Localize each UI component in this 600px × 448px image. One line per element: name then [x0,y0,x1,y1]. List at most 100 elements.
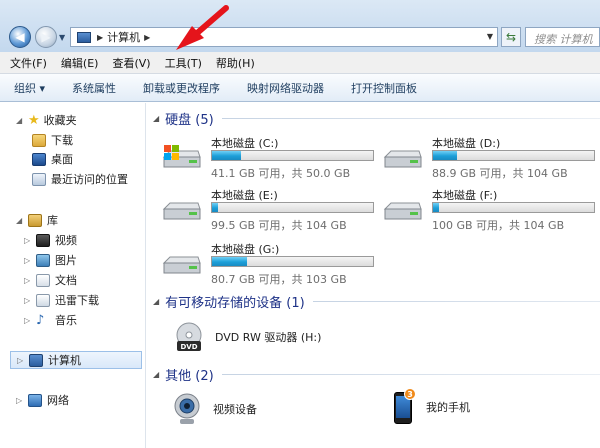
drive-usage-fill [212,203,219,212]
drive-space-info: 88.9 GB 可用，共 104 GB [432,167,568,180]
group-collapse-icon[interactable]: ◢ [153,370,159,379]
xunlei-library-icon [36,293,50,307]
group-collapse-icon[interactable]: ◢ [153,114,159,123]
menu-view[interactable]: 查看(V) [112,55,150,71]
drive-name: 本地磁盘 (F:) [432,189,498,202]
nav-item-videos[interactable]: ▷ 视频 [24,231,77,249]
drive-usage-bar [432,150,595,161]
nav-item-desktop[interactable]: 桌面 [32,150,73,168]
drive-c[interactable]: 本地磁盘 (C:) 41.1 GB 可用，共 50.0 GB [160,135,380,183]
svg-text:DVD: DVD [180,343,197,351]
desktop-icon [32,152,46,166]
nav-label: 收藏夹 [43,114,77,127]
nav-item-documents[interactable]: ▷ 文档 [24,271,77,289]
back-button[interactable]: ◀ [9,26,31,48]
refresh-button[interactable]: ⇆ [501,27,521,47]
hard-drive-icon [162,256,201,274]
nav-item-music[interactable]: ▷ ♪ 音乐 [24,311,77,329]
nav-label: 文档 [55,274,77,287]
nav-computer[interactable]: ▷ 计算机 [10,351,142,369]
nav-libraries[interactable]: ◢ 库 [16,211,58,229]
expand-arrow-icon[interactable]: ◢ [16,216,26,225]
menu-tools[interactable]: 工具(T) [165,55,202,71]
group-hard-disks[interactable]: ◢ 硬盘 (5) [153,109,600,128]
uninstall-program-button[interactable]: 卸载或更改程序 [143,80,220,96]
collapse-arrow-icon[interactable]: ▷ [16,396,26,405]
content-pane: ◢ 硬盘 (5) 本地磁盘 (C:) 41.1 GB 可用，共 50.0 GB [147,103,600,448]
menu-help[interactable]: 帮助(H) [216,55,255,71]
breadcrumb-separator-icon[interactable]: ▶ [97,33,103,42]
history-dropdown-icon[interactable]: ▼ [59,33,65,42]
video-library-icon [36,233,50,247]
menu-bar: 文件(F) 编辑(E) 查看(V) 工具(T) 帮助(H) [0,52,600,74]
download-folder-icon [32,133,46,147]
expand-arrow-icon[interactable]: ◢ [16,116,26,125]
address-toolbar: ◀ ▶ ▼ ▶ 计算机 ▶ ▼ ⇆ 搜索 计算机 [0,0,600,52]
collapse-arrow-icon[interactable]: ▷ [24,296,34,305]
nav-item-pictures[interactable]: ▷ 图片 [24,251,77,269]
drive-usage-fill [212,257,248,266]
collapse-arrow-icon[interactable]: ▷ [24,316,34,325]
address-field[interactable]: ▶ 计算机 ▶ ▼ [70,27,498,47]
dvd-disc-icon: DVD [176,322,202,351]
breadcrumb-computer[interactable]: 计算机 [107,29,140,45]
drive-usage-fill [433,151,458,160]
drive-usage-fill [212,151,241,160]
video-device[interactable]: 视频设备 [171,389,257,429]
drive-name: 本地磁盘 (C:) [211,137,279,150]
system-properties-button[interactable]: 系统属性 [72,80,116,96]
group-other[interactable]: ◢ 其他 (2) [153,365,600,384]
nav-label: 最近访问的位置 [51,173,128,186]
nav-item-recent[interactable]: 最近访问的位置 [32,170,128,188]
drive-name: 本地磁盘 (G:) [211,243,280,256]
collapse-arrow-icon[interactable]: ▷ [24,236,34,245]
drive-g[interactable]: 本地磁盘 (G:) 80.7 GB 可用，共 103 GB [160,241,380,289]
drive-space-info: 41.1 GB 可用，共 50.0 GB [211,167,351,180]
drive-space-info: 100 GB 可用，共 104 GB [432,219,565,232]
nav-favorites[interactable]: ◢ ★ 收藏夹 [16,111,77,129]
group-title: 硬盘 (5) [165,112,214,128]
forward-button[interactable]: ▶ [35,26,57,48]
menu-file[interactable]: 文件(F) [10,55,47,71]
address-dropdown-icon[interactable]: ▼ [487,32,493,41]
dvd-drive[interactable]: DVD DVD RW 驱动器 (H:) [173,317,321,357]
drive-usage-fill [433,203,440,212]
group-collapse-icon[interactable]: ◢ [153,297,159,306]
star-icon: ★ [28,112,40,128]
collapse-arrow-icon[interactable]: ▷ [17,356,27,365]
group-title: 其他 (2) [165,368,214,384]
arrow-right-icon: ▶ [41,30,51,44]
group-divider [221,118,600,119]
drive-name: 本地磁盘 (E:) [211,189,278,202]
nav-item-downloads[interactable]: 下载 [32,131,73,149]
nav-label: 音乐 [55,314,77,327]
drive-d[interactable]: 本地磁盘 (D:) 88.9 GB 可用，共 104 GB [381,135,600,183]
breadcrumb-separator-icon[interactable]: ▶ [144,33,150,42]
group-title: 有可移动存储的设备 (1) [165,295,305,311]
hard-drive-icon [162,202,201,220]
video-device-label: 视频设备 [213,403,257,416]
network-icon [28,393,42,407]
open-control-panel-button[interactable]: 打开控制面板 [351,80,417,96]
drive-name: 本地磁盘 (D:) [432,137,501,150]
drive-f[interactable]: 本地磁盘 (F:) 100 GB 可用，共 104 GB [381,187,600,235]
nav-label: 下载 [51,134,73,147]
collapse-arrow-icon[interactable]: ▷ [24,256,34,265]
my-phone[interactable]: 3 我的手机 [392,387,470,427]
group-removable-storage[interactable]: ◢ 有可移动存储的设备 (1) [153,292,600,311]
nav-item-xunlei[interactable]: ▷ 迅雷下载 [24,291,99,309]
refresh-icon: ⇆ [505,30,517,44]
organize-button[interactable]: 组织 ▾ [14,80,45,96]
drive-usage-bar [211,256,374,267]
nav-network[interactable]: ▷ 网络 [16,391,69,409]
nav-label: 图片 [55,254,77,267]
system-drive-icon [162,145,201,168]
map-network-drive-button[interactable]: 映射网络驱动器 [247,80,324,96]
computer-icon [77,31,91,43]
nav-label: 库 [47,214,58,227]
menu-edit[interactable]: 编辑(E) [61,55,99,71]
search-input[interactable]: 搜索 计算机 [525,27,600,47]
drive-e[interactable]: 本地磁盘 (E:) 99.5 GB 可用，共 104 GB [160,187,380,235]
command-bar: 组织 ▾ 系统属性 卸载或更改程序 映射网络驱动器 打开控制面板 [0,74,600,102]
collapse-arrow-icon[interactable]: ▷ [24,276,34,285]
